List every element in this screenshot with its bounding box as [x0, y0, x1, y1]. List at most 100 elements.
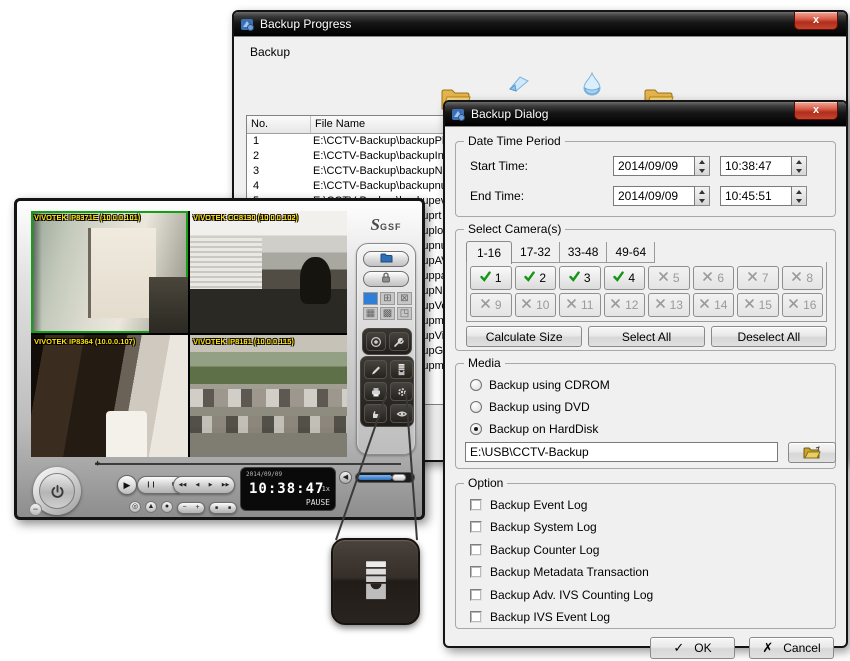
minimize-button[interactable]: − — [29, 503, 42, 516]
camera-toggle-5[interactable]: 5 — [648, 266, 690, 290]
checkbox-backup-ivs-event-log[interactable]: Backup IVS Event Log — [470, 610, 610, 624]
checkbox[interactable] — [470, 566, 482, 578]
radio-circle[interactable] — [470, 379, 482, 391]
volume-knob[interactable] — [392, 474, 406, 481]
checkbox[interactable] — [470, 611, 482, 623]
camera-toggle-7[interactable]: 7 — [737, 266, 779, 290]
checkbox[interactable] — [470, 589, 482, 601]
radio-circle[interactable] — [470, 401, 482, 413]
speed-down-button[interactable]: − — [182, 504, 186, 512]
checkbox[interactable] — [470, 544, 482, 556]
close-icon[interactable]: x — [794, 102, 838, 120]
pause-button[interactable]: ❙❙ — [146, 481, 156, 489]
lock-button[interactable] — [363, 271, 409, 287]
camera-toggle-15[interactable]: 15 — [737, 293, 779, 317]
close-view-icon[interactable]: ⊠ — [397, 292, 412, 305]
step-forward-button[interactable]: ■ — [228, 504, 231, 512]
start-date-spinner[interactable] — [695, 156, 710, 176]
camera-toggle-10[interactable]: 10 — [515, 293, 557, 317]
pencil-icon[interactable] — [364, 360, 387, 379]
column-file-name[interactable]: File Name — [311, 116, 369, 133]
volume-slider[interactable] — [355, 472, 415, 483]
camera-toggle-11[interactable]: 11 — [559, 293, 601, 317]
select-all-button[interactable]: Select All — [588, 326, 704, 347]
camera-toggle-2[interactable]: 2 — [515, 266, 557, 290]
camera-feed[interactable]: VIVOTEK CC8130 (10.0.0.102) — [190, 211, 347, 333]
checkbox[interactable] — [470, 499, 482, 511]
end-date-field[interactable]: 2014/09/09 — [613, 186, 695, 206]
backup-path-field[interactable]: E:\USB\CCTV-Backup — [465, 442, 778, 462]
play-button[interactable]: ▶ — [117, 475, 137, 495]
browse-folder-button[interactable] — [788, 442, 836, 463]
camera-toggle-14[interactable]: 14 — [693, 293, 735, 317]
cancel-button[interactable]: ✗ Cancel — [749, 637, 834, 659]
speed-up-button[interactable]: + — [195, 504, 199, 512]
backup-button-magnified[interactable] — [331, 538, 420, 625]
radio-circle[interactable] — [470, 423, 482, 435]
backup-progress-titlebar[interactable]: Backup Progress x — [234, 12, 846, 36]
eye-icon[interactable] — [390, 404, 413, 423]
backup-button[interactable] — [390, 360, 413, 379]
seek-prev-button[interactable]: ◀ — [196, 481, 200, 489]
end-time-field[interactable]: 10:45:51 — [720, 186, 792, 206]
tab-cameras-17-32[interactable]: 17-32 — [512, 242, 560, 263]
checkbox-backup-system-log[interactable]: Backup System Log — [470, 520, 597, 534]
tab-cameras-49-64[interactable]: 49-64 — [607, 242, 655, 263]
step-back-button[interactable]: ■ — [215, 504, 218, 512]
zoom-icon[interactable]: ◎ — [129, 501, 141, 513]
speaker-icon[interactable]: ◀ — [339, 471, 352, 484]
camera-toggle-12[interactable]: 12 — [604, 293, 646, 317]
checkbox-backup-adv-ivs-counting-log[interactable]: Backup Adv. IVS Counting Log — [470, 588, 653, 602]
radio-backup-using-dvd[interactable]: Backup using DVD — [470, 400, 590, 414]
camera-toggle-1[interactable]: 1 — [470, 266, 512, 290]
calculate-size-button[interactable]: Calculate Size — [466, 326, 582, 347]
camera-feed[interactable]: VIVOTEK IP8161 (10.0.0.115) — [190, 335, 347, 457]
camera-feed[interactable]: VIVOTEK IP8364 (10.0.0.107) — [31, 335, 188, 457]
camera-toggle-8[interactable]: 8 — [782, 266, 824, 290]
checkbox[interactable] — [470, 521, 482, 533]
export-gear-icon[interactable] — [390, 382, 413, 401]
checkbox-backup-event-log[interactable]: Backup Event Log — [470, 498, 587, 512]
tab-cameras-1-16[interactable]: 1-16 — [466, 241, 512, 264]
hand-icon[interactable] — [364, 404, 387, 423]
timeline-slider[interactable]: + — [95, 463, 401, 465]
seek-start-button[interactable]: ◀◀ — [179, 481, 187, 489]
start-time-field[interactable]: 10:38:47 — [720, 156, 792, 176]
timeline-handle[interactable]: + — [95, 459, 100, 468]
grid16-view-icon[interactable]: ▩ — [380, 307, 395, 320]
camera-feed[interactable]: VIVOTEK IP8371E (10.0.0.101) — [31, 211, 188, 333]
camera-toggle-9[interactable]: 9 — [470, 293, 512, 317]
seek-next-button[interactable]: ▶ — [209, 481, 213, 489]
power-button[interactable] — [39, 473, 75, 509]
alarm-icon[interactable]: ▲ — [145, 501, 157, 513]
radio-backup-using-cdrom[interactable]: Backup using CDROM — [470, 378, 610, 392]
deselect-all-button[interactable]: Deselect All — [711, 326, 827, 347]
globe-button[interactable] — [366, 332, 386, 351]
camera-toggle-16[interactable]: 16 — [782, 293, 824, 317]
end-date-spinner[interactable] — [695, 186, 710, 206]
close-icon[interactable]: x — [794, 12, 838, 30]
camera-toggle-13[interactable]: 13 — [648, 293, 690, 317]
single-view-icon[interactable] — [363, 292, 378, 305]
column-no[interactable]: No. — [247, 116, 311, 133]
ok-button[interactable]: ✓ OK — [650, 637, 735, 659]
checkbox-backup-counter-log[interactable]: Backup Counter Log — [470, 543, 599, 557]
checkbox-backup-metadata-transaction[interactable]: Backup Metadata Transaction — [470, 565, 649, 579]
camera-toggle-3[interactable]: 3 — [559, 266, 601, 290]
end-time-spinner[interactable] — [792, 186, 807, 206]
pip-view-icon[interactable]: ◳ — [397, 307, 412, 320]
seek-end-button[interactable]: ▶▶ — [222, 481, 230, 489]
tab-cameras-33-48[interactable]: 33-48 — [560, 242, 608, 263]
grid9-view-icon[interactable]: ▦ — [363, 307, 378, 320]
start-date-field[interactable]: 2014/09/09 — [613, 156, 695, 176]
wrench-icon[interactable] — [389, 332, 409, 351]
camera-toggle-6[interactable]: 6 — [693, 266, 735, 290]
backup-dialog-titlebar[interactable]: Backup Dialog x — [445, 102, 846, 126]
camera-toggle-4[interactable]: 4 — [604, 266, 646, 290]
open-file-button[interactable] — [363, 251, 409, 267]
quad-view-icon[interactable]: ⊞ — [380, 292, 395, 305]
printer-icon[interactable] — [364, 382, 387, 401]
radio-backup-on-harddisk[interactable]: Backup on HardDisk — [470, 422, 598, 436]
start-time-spinner[interactable] — [792, 156, 807, 176]
record-icon[interactable]: ● — [161, 501, 173, 513]
